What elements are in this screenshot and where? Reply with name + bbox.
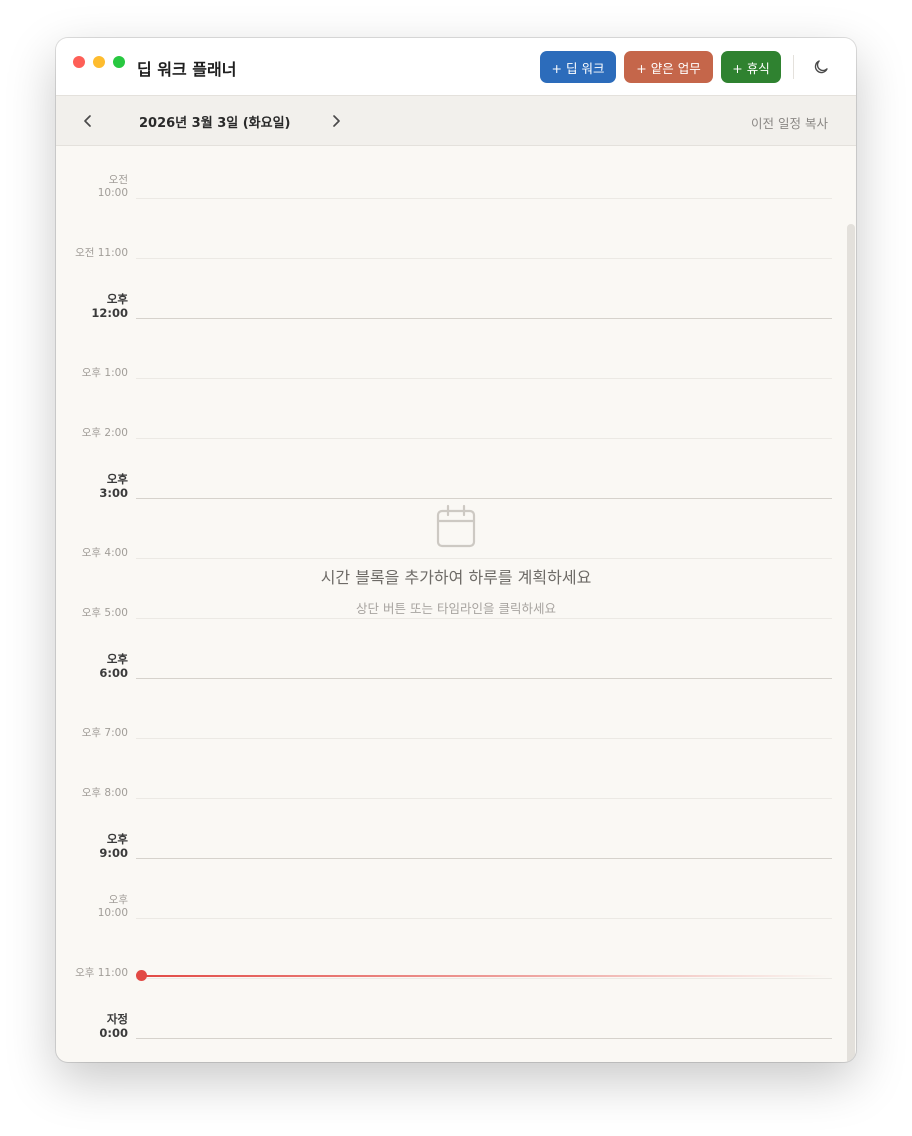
hour-label: 오후 8:00	[82, 787, 128, 800]
copy-previous-schedule-button[interactable]: 이전 일정 복사	[751, 113, 828, 132]
current-time-line	[141, 975, 831, 977]
hour-line	[136, 498, 832, 499]
hour-line	[136, 918, 832, 919]
hour-line	[136, 678, 832, 679]
hour-label: 오후 9:00	[99, 832, 128, 861]
hour-label-line: 10:00	[97, 187, 128, 200]
hour-label: 오후 4:00	[82, 547, 128, 560]
current-time-dot	[136, 970, 147, 981]
calendar-icon	[436, 504, 476, 548]
timeline[interactable]: 9:00오전10:00오전 11:00오후12:00오후 1:00오후 2:00…	[56, 146, 856, 1062]
hour-label: 오후 11:00	[75, 967, 128, 980]
hour-label-line: 오후 4:00	[81, 547, 128, 559]
hour-label-line: 10:00	[97, 907, 128, 920]
hour-label: 오후 6:00	[99, 652, 128, 681]
app-window: 딥 워크 플래너 + 딥 워크 + 얕은 업무 + 휴식 2026년 3월 3일…	[56, 38, 856, 1062]
timeline-scrollbar[interactable]	[847, 224, 855, 1062]
zoom-window-button[interactable]	[113, 56, 125, 68]
date-navigation: 2026년 3월 3일 (화요일) 이전 일정 복사	[56, 96, 856, 146]
hour-label-line: 0:00	[99, 1026, 128, 1041]
hour-line	[136, 378, 832, 379]
hour-label-line: 12:00	[91, 306, 128, 321]
hour-label-line: 3:00	[99, 486, 128, 501]
hour-label-line: 오후 2:00	[81, 427, 128, 439]
hour-label-line: 오후	[106, 472, 128, 486]
toolbar-divider	[793, 55, 794, 79]
hour-label-line: 6:00	[99, 666, 128, 681]
hour-label: 오후 2:00	[82, 427, 128, 440]
hour-label-line: 오후 8:00	[81, 787, 128, 799]
hour-line	[136, 978, 832, 979]
hour-line	[136, 198, 832, 199]
hour-line	[136, 318, 832, 319]
hour-label-line: 오전 11:00	[75, 247, 128, 259]
current-date: 2026년 3월 3일 (화요일)	[139, 116, 291, 131]
hour-label-line: 오전	[108, 174, 128, 186]
hour-label: 오후 3:00	[99, 472, 128, 501]
empty-state-title: 시간 블록을 추가하여 하루를 계획하세요	[320, 568, 592, 587]
hour-label-line: 오후	[108, 894, 128, 906]
hour-label-line: 오후 11:00	[75, 967, 128, 979]
chevron-left-icon[interactable]	[80, 112, 96, 130]
hour-label: 오후 12:00	[91, 292, 128, 321]
minimize-window-button[interactable]	[93, 56, 105, 68]
add-break-button[interactable]: + 휴식	[721, 51, 781, 83]
close-window-button[interactable]	[73, 56, 85, 68]
hour-label-line: 오후	[106, 832, 128, 846]
hour-label-line: 오후	[106, 292, 128, 306]
hour-label: 자정 0:00	[99, 1012, 128, 1041]
app-title: 딥 워크 플래너	[137, 60, 237, 79]
hour-line	[136, 798, 832, 799]
title-bar: 딥 워크 플래너 + 딥 워크 + 얕은 업무 + 휴식	[56, 38, 856, 96]
hour-line	[136, 618, 832, 619]
hour-line	[136, 258, 832, 259]
hour-label-line: 오후	[106, 652, 128, 666]
moon-icon[interactable]	[812, 58, 830, 76]
hour-line	[136, 438, 832, 439]
hour-label-line: 자정	[106, 1012, 128, 1026]
hour-label-line: 오후 5:00	[81, 607, 128, 619]
hour-label: 오후 7:00	[82, 727, 128, 740]
hour-label-line: 9:00	[99, 846, 128, 861]
hour-label: 오후 5:00	[82, 607, 128, 620]
hour-label: 오전 10:00	[98, 174, 128, 200]
hour-label-line: 오후 1:00	[81, 367, 128, 379]
hour-label: 오후 10:00	[98, 894, 128, 920]
empty-state: 시간 블록을 추가하여 하루를 계획하세요 상단 버튼 또는 타임라인을 클릭하…	[136, 504, 776, 617]
hour-label: 오후 1:00	[82, 367, 128, 380]
hour-line	[136, 1038, 832, 1039]
chevron-right-icon[interactable]	[328, 112, 344, 130]
add-shallow-work-button[interactable]: + 얕은 업무	[624, 51, 713, 83]
hour-label: 오전 11:00	[75, 247, 128, 260]
hour-label-line: 오후 7:00	[81, 727, 128, 739]
hour-line	[136, 858, 832, 859]
add-deep-work-button[interactable]: + 딥 워크	[540, 51, 616, 83]
hour-line	[136, 738, 832, 739]
empty-state-subtitle: 상단 버튼 또는 타임라인을 클릭하세요	[356, 601, 556, 616]
